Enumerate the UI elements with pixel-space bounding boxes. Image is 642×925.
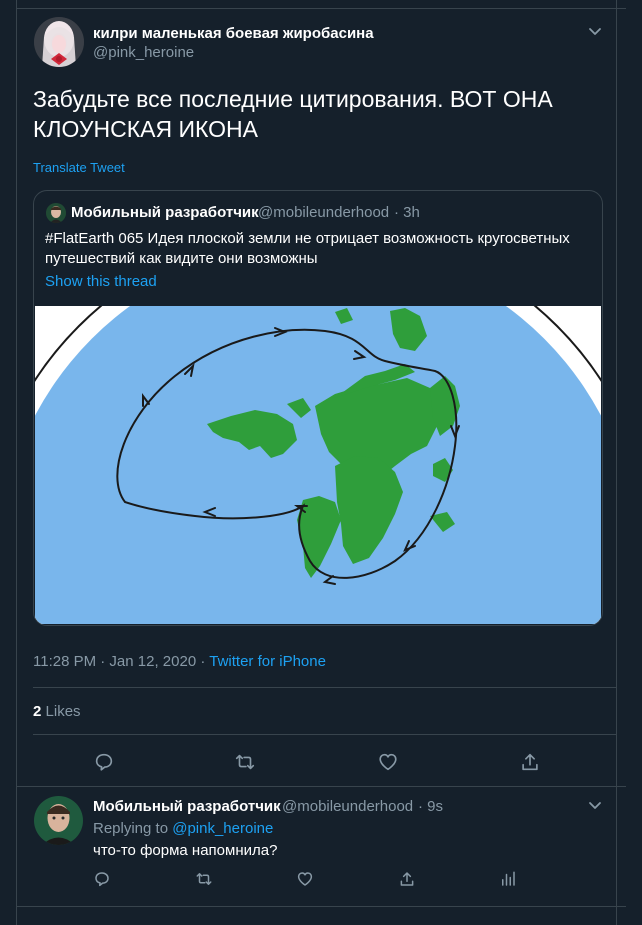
quoted-text: #FlatEarth 065 Идея плоской земли не отр… [45,229,570,269]
tweet-text-line: КЛОУНСКАЯ ИКОНА [33,116,258,142]
divider [33,734,616,735]
likes-label: Likes [45,703,81,720]
reply-time: · 9s [418,798,444,815]
tweet-timestamp[interactable]: 11:28 PM · Jan 12, 2020 · Twitter for iP… [33,653,326,670]
reply-icon[interactable] [93,751,115,773]
retweet-icon[interactable] [195,870,213,888]
timestamp-separator: · [196,653,210,670]
divider [33,687,616,688]
quoted-text-line: #FlatEarth 065 Идея плоской земли не отр… [45,230,570,247]
reply-icon[interactable] [93,870,111,888]
avatar[interactable] [34,17,84,67]
reply-text: что-то форма напомнила? [93,842,278,859]
show-thread-link[interactable]: Show this thread [45,273,157,290]
tweet-time[interactable]: 11:28 PM · Jan 12, 2020 [33,653,196,670]
quoted-text-line: путешествий как видите они возможны [45,250,318,267]
replying-to-handle-link[interactable]: @pink_heroine [172,820,273,837]
tweet-text: Забудьте все последние цитирования. ВОТ … [33,84,553,144]
replying-to: Replying to @pink_heroine [93,820,273,837]
likes-count: 2 [33,703,42,720]
retweet-icon[interactable] [234,751,256,773]
like-icon[interactable] [377,751,399,773]
reply-display-name[interactable]: Мобильный разработчик [93,798,281,815]
divider [16,786,626,787]
share-icon[interactable] [519,751,541,773]
chevron-down-icon[interactable] [586,797,604,815]
display-name[interactable]: килри маленькая боевая жиробасина [93,25,374,42]
quoted-avatar[interactable] [46,203,66,223]
like-icon[interactable] [296,870,314,888]
tweet-client-link[interactable]: Twitter for iPhone [209,653,326,670]
quoted-time: · 3h [394,204,420,221]
share-icon[interactable] [398,870,416,888]
quoted-tweet-card[interactable]: Мобильный разработчик @mobileunderhood ·… [33,190,603,626]
quoted-display-name[interactable]: Мобильный разработчик [71,204,259,221]
tweet-text-line: Забудьте все последние цитирования. ВОТ … [33,86,553,112]
reply-avatar[interactable] [34,796,83,845]
replying-to-prefix: Replying to [93,820,169,837]
quoted-handle[interactable]: @mobileunderhood [258,204,389,221]
handle[interactable]: @pink_heroine [93,44,194,61]
top-divider [16,8,626,9]
flat-earth-map-image[interactable] [34,226,602,625]
chevron-down-icon[interactable] [586,23,604,41]
divider [16,906,626,907]
translate-tweet-link[interactable]: Translate Tweet [33,160,125,175]
analytics-icon[interactable] [499,870,517,888]
reply-handle[interactable]: @mobileunderhood [282,798,413,815]
likes-count-row[interactable]: 2 Likes [33,703,81,720]
